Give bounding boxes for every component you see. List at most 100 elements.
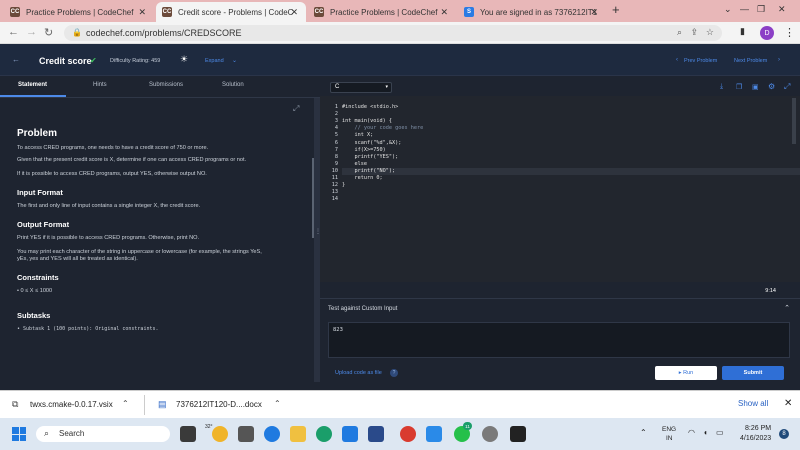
download-item-1[interactable]: twxs.cmake-0.0.17.vsix [30,400,113,409]
battery-icon[interactable]: ▭ [716,428,724,437]
edge-browser-icon[interactable] [316,426,332,442]
constraint-text: 0 ≤ X ≤ 1000 [20,288,53,294]
problem-header: ← Credit score ✔ Difficulty Rating: 459 … [0,44,800,76]
code-line[interactable]: // your code goes here [342,125,423,131]
chevron-up-icon[interactable]: ⌃ [274,399,281,408]
prev-problem-button[interactable]: Prev Problem [684,58,717,64]
forward-arrow-icon[interactable]: → [26,26,37,38]
edge-icon[interactable] [264,426,280,442]
browser-tab-2-active[interactable]: CC Credit score - Problems | CodeC ✕ [156,2,306,22]
line-number: 11 [331,175,338,181]
omnibox[interactable]: 🔒 codechef.com/problems/CREDSCORE ⌕ ⇪ ☆ [64,25,722,41]
fullscreen-icon[interactable]: ⤢ [293,104,299,114]
close-window-icon[interactable]: ✕ [778,4,786,15]
settings-gear-icon[interactable]: ⚙ [768,82,775,91]
close-tab-icon[interactable]: ✕ [590,7,598,18]
vscode-icon[interactable] [426,426,442,442]
code-editor[interactable]: 1 2 3 4 5 6 7 8 9 10 11 12 13 14 #include <stdio.h> in… [320,96,800,282]
chevron-up-icon[interactable]: ⌃ [640,428,647,437]
mail-icon[interactable] [342,426,358,442]
language-eng[interactable]: ENG [662,426,676,433]
reload-icon[interactable]: ↻ [44,26,53,39]
zoom-icon[interactable]: ⌕ [677,27,682,38]
chevron-up-icon[interactable]: ⌃ [122,399,129,408]
tab-title: Practice Problems | CodeChef [330,7,438,17]
clock-time[interactable]: 8:26 PM [745,425,771,432]
download-item-2[interactable]: 7376212IT120-D....docx [176,400,262,409]
task-view-icon[interactable] [180,426,196,442]
line-number: 2 [334,111,338,118]
tab-solution[interactable]: Solution [222,82,244,88]
code-line[interactable]: if(X>=750) [342,147,385,153]
weather-icon[interactable] [212,426,228,442]
browser-tab-3[interactable]: CC Practice Problems | CodeChef ✕ [308,2,456,22]
code-line[interactable]: #include <stdio.h> [342,104,398,110]
share-icon[interactable]: ⇪ [690,27,698,38]
language-in[interactable]: IN [666,435,673,442]
store-icon[interactable] [368,426,384,442]
clock-date[interactable]: 4/16/2023 [740,435,771,442]
close-tab-icon[interactable]: ✕ [290,7,298,18]
weather-temp[interactable]: 32° [205,424,213,430]
url-text[interactable]: codechef.com/problems/CREDSCORE [86,28,242,38]
volume-icon[interactable]: ◖ [703,428,708,437]
close-tab-icon[interactable]: ✕ [440,7,448,18]
code-line[interactable]: return 0; [342,175,382,181]
submit-button[interactable]: Submit [722,366,784,380]
close-tab-icon[interactable]: ✕ [138,7,146,18]
bookmark-star-icon[interactable]: ☆ [706,27,714,38]
back-arrow-icon[interactable]: ← [8,26,19,38]
restore-icon[interactable]: ❐ [757,4,765,15]
expand-button[interactable]: Expand [205,58,224,64]
code-line[interactable]: else [342,161,367,167]
settings-gear-icon[interactable] [482,426,498,442]
code-line[interactable]: int X; [342,132,373,138]
minimize-icon[interactable]: — [740,4,749,14]
back-icon[interactable]: ← [12,55,20,64]
new-tab-button[interactable]: + [612,2,620,17]
file-explorer-icon[interactable] [290,426,306,442]
tab-statement[interactable]: Statement [18,82,47,88]
code-line[interactable]: } [342,182,345,188]
chat-icon[interactable] [238,426,254,442]
close-download-bar-icon[interactable]: ✕ [784,398,792,409]
custom-input-field[interactable]: 823 [328,322,790,358]
code-line[interactable]: printf("YES"); [342,154,398,160]
terminal-icon[interactable] [510,426,526,442]
info-icon[interactable]: ? [390,369,398,377]
notification-badge[interactable]: 8 [779,429,789,439]
menu-kebab-icon[interactable]: ⋮ [784,26,795,39]
chrome-icon[interactable] [400,426,416,442]
download-icon[interactable]: ⤓ [720,83,723,91]
side-panel-icon[interactable]: ▮ [740,26,745,37]
theme-sun-icon[interactable]: ☀ [180,54,188,65]
language-select[interactable]: C ▾ [330,82,392,93]
show-all-button[interactable]: Show all [738,399,768,408]
code-line[interactable]: printf("NO"); [342,168,395,174]
windows-start-icon[interactable] [12,427,26,441]
tab-hints[interactable]: Hints [93,82,107,88]
copy-icon[interactable]: ❐ [736,83,742,91]
run-button[interactable]: ▸ Run [655,366,717,380]
search-icon: ⌕ [44,428,50,438]
custom-input-label: Test against Custom Input [328,306,398,312]
tab-submissions[interactable]: Submissions [149,82,183,88]
editor-scrollbar[interactable] [792,98,796,144]
browser-tab-1[interactable]: CC Practice Problems | CodeChef ✕ [4,2,154,22]
theme-icon[interactable]: ▣ [752,83,759,91]
code-line[interactable]: int main(void) { [342,118,392,124]
whatsapp-badge: 11 [463,422,472,430]
difficulty-rating: Difficulty Rating: 459 [110,58,161,64]
browser-tab-4[interactable]: S You are signed in as 7376212IT1 ✕ [458,2,606,22]
code-line[interactable]: scanf("%d",&X); [342,140,401,146]
profile-avatar[interactable]: D [760,26,774,40]
taskbar-search-box[interactable]: ⌕ Search [36,426,170,442]
chevron-down-icon[interactable]: ⌄ [724,4,732,15]
collapse-chevron-icon[interactable]: ⌃ [784,304,790,312]
tab-title: Practice Problems | CodeChef [26,7,134,17]
upload-code-link[interactable]: Upload code as file [335,370,382,376]
next-problem-button[interactable]: Next Problem [734,58,767,64]
wifi-icon[interactable]: ◠ [688,428,695,437]
fullscreen-icon[interactable]: ⤢ [784,82,790,92]
line-number: 10 [331,167,338,174]
